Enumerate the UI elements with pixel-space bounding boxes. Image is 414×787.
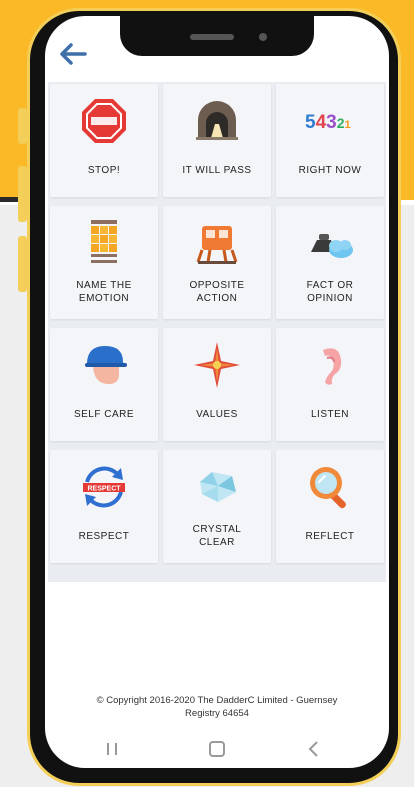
tile-label: FACT OR OPINION [306, 280, 354, 304]
tile-it-will-pass[interactable]: IT WILL PASS [163, 84, 271, 197]
tile-reflect[interactable]: REFLECT [276, 450, 384, 563]
crystal-icon [200, 472, 236, 502]
tile-label: STOP! [87, 164, 121, 176]
front-camera [259, 33, 267, 41]
tile-values[interactable]: VALUES [163, 328, 271, 441]
speaker-grille [190, 34, 234, 40]
tools-grid: STOP! IT WILL PASS 54321 RIGHT NOW NAME … [48, 82, 386, 582]
tile-label: LISTEN [310, 408, 349, 420]
opposite-action-icon [196, 226, 238, 264]
tile-label: REFLECT [305, 530, 355, 542]
tile-crystal-clear[interactable]: CRYSTAL CLEAR [163, 450, 271, 563]
stop-sign-icon [82, 99, 126, 143]
tile-self-care[interactable]: SELF CARE [50, 328, 158, 441]
hand-mirror-icon [310, 467, 346, 509]
tile-label: VALUES [196, 408, 238, 420]
tile-name-the-emotion[interactable]: NAME THE EMOTION [50, 206, 158, 319]
phone-side-button-3 [18, 236, 27, 292]
tile-label: OPPOSITE ACTION [189, 280, 245, 304]
nav-back-icon[interactable] [303, 738, 325, 760]
phone-side-button-2 [18, 166, 27, 222]
back-arrow-icon[interactable] [55, 36, 91, 72]
phone-side-button-1 [18, 108, 27, 144]
self-care-helmet-icon [85, 346, 127, 384]
respect-arrows-icon: RESPECT [83, 466, 125, 508]
svg-text:54321: 54321 [305, 112, 351, 133]
tile-label: IT WILL PASS [182, 164, 252, 176]
home-icon[interactable] [206, 738, 228, 760]
tile-label: RESPECT [78, 530, 130, 542]
ear-icon [323, 348, 342, 385]
countdown-numbers-icon: 54321 [305, 112, 351, 133]
tunnel-icon [196, 101, 238, 140]
tile-respect[interactable]: RESPECT RESPECT [50, 450, 158, 563]
fact-opinion-icon [311, 234, 353, 258]
tile-label: NAME THE EMOTION [76, 280, 132, 304]
tile-listen[interactable]: LISTEN [276, 328, 384, 441]
phone-notch [120, 16, 314, 56]
phone-screen: STOP! IT WILL PASS 54321 RIGHT NOW NAME … [45, 16, 389, 768]
compass-rose-icon [194, 342, 240, 388]
recents-icon[interactable] [101, 738, 123, 760]
tile-right-now[interactable]: 54321 RIGHT NOW [276, 84, 384, 197]
tile-label: RIGHT NOW [298, 164, 362, 176]
copyright-footer: © Copyright 2016-2020 The DadderC Limite… [96, 695, 338, 719]
tile-opposite-action[interactable]: OPPOSITE ACTION [163, 206, 271, 319]
tile-label: CRYSTAL CLEAR [192, 524, 242, 548]
android-nav-bar [45, 734, 389, 764]
tile-fact-or-opinion[interactable]: FACT OR OPINION [276, 206, 384, 319]
svg-text:RESPECT: RESPECT [87, 486, 121, 493]
tile-label: SELF CARE [73, 408, 135, 420]
emotion-grid-icon [91, 220, 117, 263]
tile-stop[interactable]: STOP! [50, 84, 158, 197]
